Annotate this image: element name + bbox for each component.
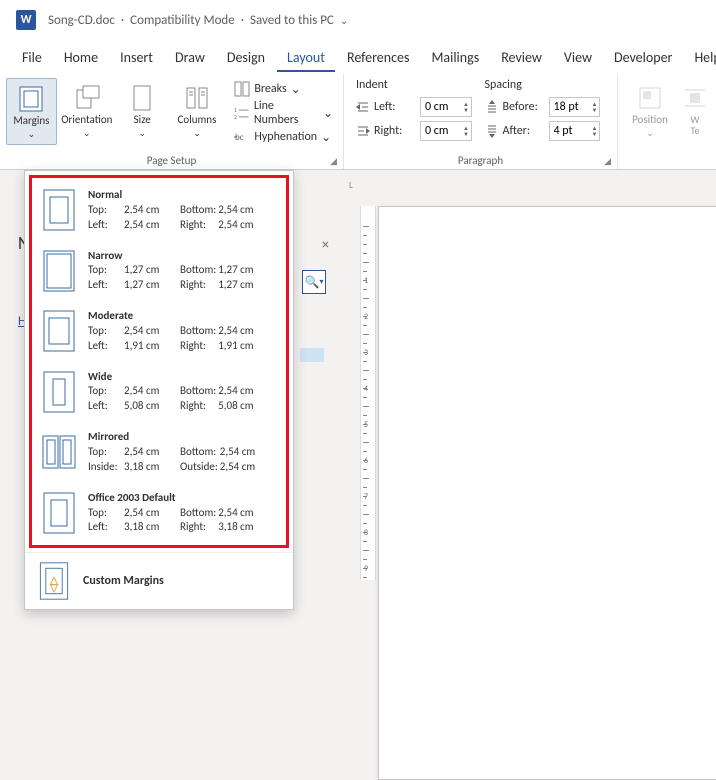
spacing-header: Spacing [485,78,606,94]
margin-preset-normal[interactable]: NormalTop:2,54 cmBottom:2,54 cmLeft:2,54… [34,180,284,241]
margins-button[interactable]: Margins ⌄ [6,78,57,145]
annotation-highlight: NormalTop:2,54 cmBottom:2,54 cmLeft:2,54… [29,175,289,548]
columns-icon [183,84,211,112]
group-arrange: Position ⌄ WTe [618,74,716,169]
menu-help[interactable]: Help [684,43,716,72]
save-status[interactable]: Saved to this PC [250,13,334,28]
vertical-ruler: 123456789 [360,206,376,580]
chevron-down-icon[interactable]: ⌄ [340,14,348,27]
size-icon [128,84,156,112]
margin-narrow-icon [42,249,76,293]
margin-mirrored-icon [42,430,76,474]
custom-margins-icon [37,561,71,601]
ribbon: Margins ⌄ Orientation ⌄ Size ⌄ Columns ⌄ [0,74,716,170]
breaks-icon [234,81,250,97]
menu-design[interactable]: Design [217,43,275,72]
indent-header: Indent [356,78,477,94]
group-page-setup: Margins ⌄ Orientation ⌄ Size ⌄ Columns ⌄ [0,74,344,169]
hyphenation-icon: bc [234,129,250,145]
custom-margins-item[interactable]: Custom Margins [25,552,293,609]
indent-right-input[interactable]: ▲▼ [420,121,472,141]
menu-references[interactable]: References [337,43,419,72]
margin-preset-mirrored[interactable]: MirroredTop:2,54 cmBottom:2,54 cmInside:… [34,422,284,483]
chevron-down-icon: ⌄ [138,128,146,139]
dialog-launcher-icon[interactable]: ◢ [330,156,337,167]
group-paragraph: Indent Spacing Left: ▲▼ Before: ▲▼ R [344,74,618,169]
chevron-down-icon: ⌄ [83,128,91,139]
filename: Song-CD.doc [48,13,115,28]
menu-layout[interactable]: Layout [277,43,335,72]
menu-review[interactable]: Review [491,43,552,72]
margin-preset-narrow[interactable]: NarrowTop:1,27 cmBottom:1,27 cmLeft:1,27… [34,241,284,302]
margin-preset-o2003[interactable]: Office 2003 DefaultTop:2,54 cmBottom:2,5… [34,483,284,544]
margin-wide-icon [42,370,76,414]
margins-dropdown: NormalTop:2,54 cmBottom:2,54 cmLeft:2,54… [24,170,294,610]
search-button[interactable]: 🔍▾ [302,270,326,294]
selection-highlight [300,348,324,362]
hyphenation-button[interactable]: bc Hyphenation⌄ [230,126,337,148]
compat-mode: Compatibility Mode [130,13,235,28]
menu-insert[interactable]: Insert [110,43,163,72]
document-page[interactable] [378,206,716,780]
menu-bar: FileHomeInsertDrawDesignLayoutReferences… [0,40,716,74]
orientation-button[interactable]: Orientation ⌄ [61,78,113,143]
indent-left-input[interactable]: ▲▼ [420,97,472,117]
menu-view[interactable]: View [554,43,602,72]
orientation-icon [73,84,101,112]
close-navigation-icon[interactable]: × [322,236,329,253]
line-numbers-icon: 12 [234,105,249,121]
indent-right-icon [356,124,370,138]
title-bar: W Song-CD.doc · Compatibility Mode · Sav… [0,0,716,40]
group-label-paragraph: Paragraph [458,154,503,167]
margin-preset-wide[interactable]: WideTop:2,54 cmBottom:2,54 cmLeft:5,08 c… [34,362,284,423]
margin-o2003-icon [42,491,76,535]
group-label-page-setup: Page Setup [147,154,196,167]
spacing-after-input[interactable]: ▲▼ [549,121,601,141]
menu-home[interactable]: Home [54,43,108,72]
margins-icon [17,85,45,113]
spacing-before-icon [485,100,499,114]
position-button: Position ⌄ [624,78,676,143]
breaks-button[interactable]: Breaks⌄ [230,78,337,100]
word-logo-icon: W [16,10,36,30]
size-button[interactable]: Size ⌄ [117,78,168,143]
indent-left-icon [356,100,370,114]
wrap-text-button: WTe [680,78,710,140]
menu-draw[interactable]: Draw [165,43,215,72]
menu-mailings[interactable]: Mailings [421,43,489,72]
spacing-before-input[interactable]: ▲▼ [549,97,601,117]
document-title: Song-CD.doc · Compatibility Mode · Saved… [48,13,348,28]
dialog-launcher-icon[interactable]: ◢ [604,156,611,167]
ruler-corner: L [349,180,353,191]
menu-developer[interactable]: Developer [604,43,682,72]
chevron-down-icon: ⌄ [28,129,36,140]
margin-preset-moderate[interactable]: ModerateTop:2,54 cmBottom:2,54 cmLeft:1,… [34,301,284,362]
line-numbers-button[interactable]: 12 Line Numbers⌄ [230,102,337,124]
wrap-text-icon [681,84,709,112]
position-icon [636,84,664,112]
margin-normal-icon [42,188,76,232]
menu-file[interactable]: File [12,43,52,72]
svg-text:2: 2 [234,113,237,121]
spacing-after-icon [485,124,499,138]
chevron-down-icon: ⌄ [193,128,201,139]
margin-moderate-icon [42,309,76,353]
columns-button[interactable]: Columns ⌄ [172,78,223,143]
